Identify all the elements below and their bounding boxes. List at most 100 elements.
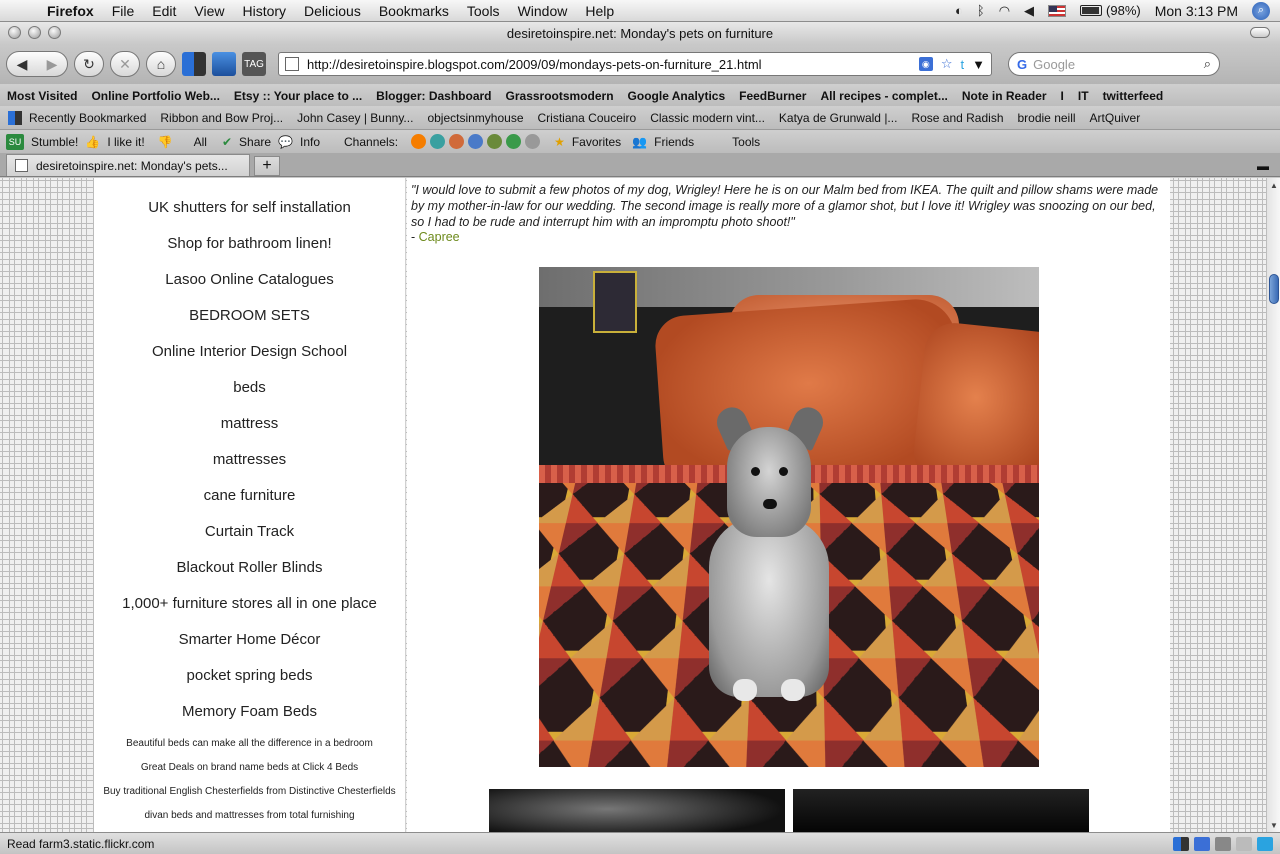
bookmark-item[interactable]: objectsinmyhouse (420, 111, 530, 125)
stop-button[interactable]: ✕ (110, 51, 140, 77)
favorites-button[interactable]: Favorites (565, 135, 628, 149)
menu-tools[interactable]: Tools (458, 3, 509, 19)
moon-icon[interactable]: ◐ (955, 3, 963, 18)
scrollbar-thumb[interactable] (1269, 274, 1279, 304)
sidebar-link[interactable]: cane furniture (94, 486, 405, 522)
sidebar-small-link[interactable]: Great Deals on brand name beds at Click … (94, 762, 405, 786)
thumbs-up-icon[interactable]: 👍 (85, 135, 100, 149)
bookmark-item[interactable]: John Casey | Bunny... (290, 111, 420, 125)
info-button[interactable]: Info (293, 135, 327, 149)
sidebar-link[interactable]: beds (94, 378, 405, 414)
menu-delicious[interactable]: Delicious (295, 3, 370, 19)
share-icon[interactable]: ✔ (222, 135, 232, 149)
stumble-button[interactable]: Stumble! (24, 135, 85, 149)
channel-blogger-icon[interactable] (411, 134, 426, 149)
bookmark-item[interactable]: twitterfeed (1096, 89, 1171, 103)
sidebar-link[interactable]: 1,000+ furniture stores all in one place (94, 594, 405, 630)
channel-people-icon[interactable] (449, 134, 464, 149)
url-bar[interactable]: http://desiretoinspire.blogspot.com/2009… (278, 52, 992, 76)
delicious-status-icon[interactable] (1173, 837, 1189, 851)
search-box[interactable]: G Google ⌕ (1008, 52, 1220, 76)
battery-status[interactable]: (98%) (1080, 3, 1141, 18)
sidebar-small-link[interactable]: Beautiful beds can make all the differen… (94, 738, 405, 762)
bookmark-most-visited[interactable]: Most Visited (0, 89, 84, 103)
sidebar-small-link[interactable]: Buy traditional English Chesterfields fr… (94, 786, 405, 810)
menu-bookmarks[interactable]: Bookmarks (370, 3, 458, 19)
bluetooth-icon[interactable]: ᛒ (977, 3, 985, 18)
search-magnifier-icon[interactable]: ⌕ (1204, 56, 1211, 72)
search-input[interactable]: Google (1033, 57, 1198, 72)
dog-on-bed-photo[interactable] (539, 267, 1039, 767)
bookmark-item[interactable]: All recipes - complet... (813, 89, 954, 103)
forward-icon[interactable]: ▶ (47, 56, 58, 73)
sidebar-small-link[interactable]: divan beds and mattresses from total fur… (94, 810, 405, 832)
favorites-star-icon[interactable]: ★ (554, 135, 565, 149)
minimize-window-button[interactable] (28, 26, 41, 39)
page-status-icon[interactable] (1215, 837, 1231, 851)
sidebar-link[interactable]: Smarter Home Décor (94, 630, 405, 666)
channel-tv-icon[interactable] (487, 134, 502, 149)
new-tab-button[interactable]: + (254, 156, 280, 176)
channel-tag-icon[interactable] (525, 134, 540, 149)
twitter-icon[interactable]: t (961, 57, 965, 72)
rss-feed-icon[interactable]: ◉ (919, 57, 933, 71)
friends-icon[interactable]: 👥 (632, 135, 647, 149)
sidebar-link[interactable]: Shop for bathroom linen! (94, 234, 405, 270)
input-flag-icon[interactable] (1048, 5, 1066, 17)
menu-clock[interactable]: Mon 3:13 PM (1155, 3, 1238, 19)
wifi-icon[interactable]: ◠ (999, 3, 1010, 19)
url-history-dropdown-icon[interactable]: ▼ (972, 57, 985, 72)
twitter-status-icon[interactable] (1257, 837, 1273, 851)
delicious-toolbar-icon[interactable] (8, 111, 22, 125)
bookmark-item[interactable]: Grassrootsmodern (499, 89, 621, 103)
menu-window[interactable]: Window (509, 3, 577, 19)
sidebar-link[interactable]: pocket spring beds (94, 666, 405, 702)
menu-history[interactable]: History (233, 3, 295, 19)
tab-active[interactable]: desiretoinspire.net: Monday's pets... (6, 154, 250, 176)
tools-dropdown[interactable]: Tools (725, 135, 767, 149)
home-button[interactable]: ⌂ (146, 51, 176, 77)
bookmark-item[interactable]: brodie neill (1011, 111, 1083, 125)
spotlight-icon[interactable]: ⌕ (1252, 2, 1270, 20)
bookmark-item[interactable]: Note in Reader (955, 89, 1054, 103)
bookmark-item[interactable]: Google Analytics (621, 89, 733, 103)
bookmark-star-icon[interactable]: ☆ (941, 56, 953, 72)
bookmark-item[interactable]: Blogger: Dashboard (369, 89, 498, 103)
sidebar-link[interactable]: Online Interior Design School (94, 342, 405, 378)
stumbleupon-icon[interactable]: SU (6, 134, 24, 150)
delicious-icon[interactable] (182, 52, 206, 76)
menu-help[interactable]: Help (576, 3, 623, 19)
bookmark-item[interactable]: Rose and Radish (904, 111, 1010, 125)
sidebar-link[interactable]: Memory Foam Beds (94, 702, 405, 738)
menu-edit[interactable]: Edit (143, 3, 185, 19)
scroll-down-arrow-icon[interactable]: ▼ (1267, 818, 1280, 832)
bookmark-item[interactable]: Classic modern vint... (643, 111, 772, 125)
bookmark-item[interactable]: Online Portfolio Web... (84, 89, 226, 103)
info-bubble-icon[interactable]: 💬 (278, 135, 293, 149)
snowflake-icon[interactable] (1194, 837, 1210, 851)
menu-app-firefox[interactable]: Firefox (38, 3, 103, 19)
close-window-button[interactable] (8, 26, 21, 39)
bookmark-recently-bookmarked[interactable]: Recently Bookmarked (22, 111, 153, 125)
bookmark-sidebar-icon[interactable] (212, 52, 236, 76)
reload-button[interactable]: ↻ (74, 51, 104, 77)
sidebar-link[interactable]: mattress (94, 414, 405, 450)
channel-video-icon[interactable] (506, 134, 521, 149)
sidebar-link[interactable]: Lasoo Online Catalogues (94, 270, 405, 306)
google-engine-icon[interactable]: G (1017, 57, 1027, 72)
channel-globe-icon[interactable] (430, 134, 445, 149)
thumbs-down-icon[interactable]: 👎 (158, 135, 173, 149)
sidebar-link[interactable]: UK shutters for self installation (94, 198, 405, 234)
i-like-it-button[interactable]: I like it! (100, 135, 151, 149)
all-dropdown[interactable]: All (187, 135, 214, 149)
vertical-scrollbar[interactable]: ▲ ▼ (1266, 178, 1280, 832)
bookmark-item[interactable]: FeedBurner (732, 89, 813, 103)
menu-view[interactable]: View (185, 3, 233, 19)
bookmark-item[interactable]: Cristiana Couceiro (531, 111, 644, 125)
bookmark-item[interactable]: ArtQuiver (1083, 111, 1148, 125)
mail-icon[interactable] (1236, 837, 1252, 851)
sidebar-link[interactable]: BEDROOM SETS (94, 306, 405, 342)
zoom-window-button[interactable] (48, 26, 61, 39)
author-link[interactable]: Capree (419, 230, 460, 244)
tag-icon[interactable]: TAG (242, 52, 266, 76)
